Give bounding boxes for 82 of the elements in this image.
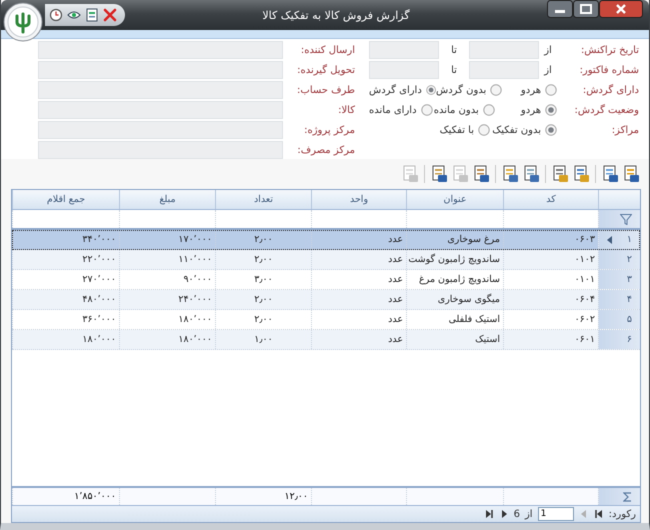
table-cell: ۰۶۰۱: [503, 330, 598, 350]
table-row[interactable]: ۱ ۰۶۰۳ مرغ سوخاری عدد ۲٫۰۰ ۱۷۰٬۰۰۰ ۳۴۰٬۰۰۰: [12, 230, 640, 250]
table-cell: ۲٫۰۰: [215, 310, 311, 330]
table-cell: ۳٫۰۰: [215, 270, 311, 290]
of-label: از: [524, 508, 533, 520]
field-label: کالا:: [337, 104, 356, 116]
row-number: ۶: [626, 334, 632, 346]
table-cell: عدد: [311, 290, 406, 310]
table-cell: ۱۱۰٬۰۰۰: [119, 250, 215, 270]
option-label: بدون تفکیک: [492, 124, 541, 136]
table-cell: ۰۱۰۲: [503, 250, 598, 270]
table-cell: میگوی سوخاری: [406, 290, 503, 310]
table-cell: ۰۶۰۴: [503, 290, 598, 310]
option-label: هردو: [520, 84, 541, 96]
option-label: با تفکیک: [440, 124, 474, 136]
field-label: مرکز پروژه:: [303, 124, 356, 136]
record-label: رکورد:: [608, 508, 636, 520]
table-cell: ۲٫۰۰: [215, 230, 311, 250]
table-cell: ۰۱۰۱: [503, 270, 598, 290]
record-field[interactable]: 1: [538, 507, 574, 521]
table-cell: مرغ سوخاری: [406, 230, 503, 250]
table-cell: ۱۷۰٬۰۰۰: [119, 230, 215, 250]
option-label: دارای گردش: [369, 84, 422, 96]
field-label: دارای گردش:: [582, 84, 640, 96]
table-cell: ۲۲۰٬۰۰۰: [12, 250, 119, 270]
column-header[interactable]: جمع اقلام: [12, 190, 119, 210]
row-number: ۳: [626, 274, 632, 286]
option-label: دارای مانده: [369, 104, 417, 116]
table-cell: ساندویچ ژامبون گوشت: [406, 250, 503, 270]
field-label: از: [542, 64, 553, 76]
table-cell: عدد: [311, 330, 406, 350]
table-cell: عدد: [311, 230, 406, 250]
table-cell: ۰۶۰۳: [503, 230, 598, 250]
table-cell: استیک: [406, 330, 503, 350]
table-row[interactable]: ۴ ۰۶۰۴ میگوی سوخاری عدد ۲٫۰۰ ۲۴۰٬۰۰۰ ۴۸۰٬۰۰۰: [12, 290, 640, 310]
table-row[interactable]: ۶ ۰۶۰۱ استیک عدد ۱٫۰۰ ۱۸۰٬۰۰۰ ۱۸۰٬۰۰۰: [12, 330, 640, 350]
table-cell: استیک فلفلی: [406, 310, 503, 330]
total-cell: ۱۲٫۰۰: [215, 488, 311, 505]
record-count: 6: [514, 508, 520, 520]
field-label: ارسال کننده:: [300, 44, 356, 56]
table-cell: ۱٫۰۰: [215, 330, 311, 350]
table-cell: ۱۸۰٬۰۰۰: [12, 330, 119, 350]
table-cell: ۲۷۰٬۰۰۰: [12, 270, 119, 290]
table-cell: ساندویچ ژامبون مرغ: [406, 270, 503, 290]
column-header[interactable]: واحد: [311, 190, 406, 210]
column-header[interactable]: تعداد: [215, 190, 311, 210]
row-number: ۴: [626, 294, 632, 306]
column-header[interactable]: مبلغ: [119, 190, 215, 210]
field-label: طرف حساب:: [296, 84, 356, 96]
column-header[interactable]: کد: [503, 190, 598, 210]
table-cell: ۰۶۰۲: [503, 310, 598, 330]
row-number: ۲: [626, 254, 632, 266]
field-label: از: [542, 44, 553, 56]
table-cell: ۳۶۰٬۰۰۰: [12, 310, 119, 330]
field-label: مراکز:: [610, 124, 640, 136]
table-cell: عدد: [311, 250, 406, 270]
table-cell: ۳۴۰٬۰۰۰: [12, 230, 119, 250]
field-label: تا: [450, 64, 458, 76]
window-title: گزارش فروش کالا به تفکیک کالا: [261, 8, 411, 22]
table-row[interactable]: ۲ ۰۱۰۲ ساندویچ ژامبون گوشت عدد ۲٫۰۰ ۱۱۰٬۰۰۰ ۲۲۰٬۰۰۰: [12, 250, 640, 270]
field-label: شماره فاکتور:: [578, 64, 640, 76]
table-cell: ۲۴۰٬۰۰۰: [119, 290, 215, 310]
row-number: ۱: [626, 234, 632, 246]
total-cell: ۱٬۸۵۰٬۰۰۰: [12, 488, 119, 505]
table-cell: ۲٫۰۰: [215, 250, 311, 270]
option-label: هردو: [520, 104, 541, 116]
option-label: بدون گردش: [436, 84, 486, 96]
row-number: ۵: [626, 314, 632, 326]
field-label: تا: [450, 44, 458, 56]
field-label: تاریخ تراکنش:: [580, 44, 640, 56]
table-cell: ۴۸۰٬۰۰۰: [12, 290, 119, 310]
field-label: تحویل گیرنده:: [296, 64, 356, 76]
field-label: وضعیت گردش:: [574, 104, 640, 116]
table-cell: ۱۸۰٬۰۰۰: [119, 310, 215, 330]
column-header[interactable]: عنوان: [406, 190, 503, 210]
table-cell: ۹۰٬۰۰۰: [119, 270, 215, 290]
table-cell: ۱۸۰٬۰۰۰: [119, 330, 215, 350]
option-label: بدون مانده: [434, 104, 479, 116]
field-label: مرکز مصرف:: [296, 144, 356, 156]
table-cell: ۲٫۰۰: [215, 290, 311, 310]
table-cell: عدد: [311, 270, 406, 290]
table-cell: عدد: [311, 310, 406, 330]
